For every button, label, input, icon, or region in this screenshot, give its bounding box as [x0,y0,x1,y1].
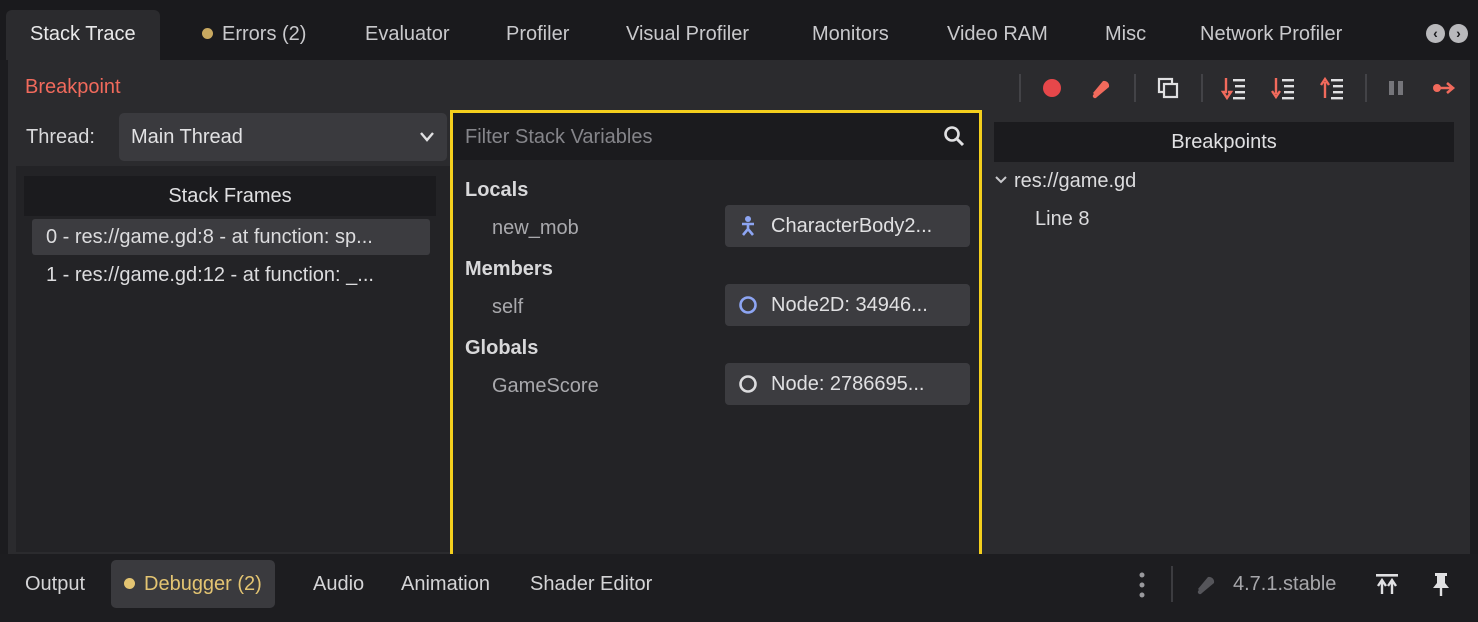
debugger-status-label: Breakpoint [25,76,121,98]
variable-value-button[interactable]: Node: 2786695... [725,363,970,405]
clear-breakpoints-icon[interactable] [1085,72,1117,104]
expand-panel-icon[interactable] [1374,572,1400,602]
pin-icon[interactable] [1430,571,1452,603]
thread-select[interactable]: Main Thread [119,113,447,161]
tab-stack-trace[interactable]: Stack Trace [6,10,160,60]
section-locals: Locals [465,179,529,201]
stack-frames-header: Stack Frames [24,176,436,216]
variable-value: CharacterBody2... [771,214,933,237]
tab-scroll-arrows: ‹ › [1426,24,1468,43]
record-breakpoint-icon[interactable] [1036,72,1068,104]
stack-frame-row[interactable]: 1 - res://game.gd:12 - at function: _... [32,257,430,293]
variable-value: Node: 2786695... [771,372,925,395]
toolbar-separator [1134,74,1136,102]
chevron-left-icon[interactable]: ‹ [1426,24,1445,43]
breakpoints-panel: Breakpoints res://game.gd Line 8 [986,110,1466,550]
copy-icon[interactable] [1152,72,1184,104]
more-options-icon[interactable] [1137,570,1147,606]
continue-icon[interactable] [1429,72,1461,104]
toolbar-separator [1365,74,1367,102]
breakpoint-file-item[interactable]: res://game.gd [994,170,1136,193]
bottom-tab-output[interactable]: Output [25,560,85,608]
thread-select-value: Main Thread [131,126,243,148]
stack-trace-panel: Breakpoint Thread: Main Thread Stack Fra… [8,60,1470,557]
toolbar-separator [1201,74,1203,102]
chevron-down-icon [994,170,1014,192]
bottom-separator [1171,566,1173,602]
pause-icon[interactable] [1380,72,1412,104]
tab-profiler[interactable]: Profiler [506,10,569,60]
toolbar-separator [1019,74,1021,102]
step-into-icon[interactable] [1218,72,1250,104]
tab-evaluator[interactable]: Evaluator [365,10,450,60]
bottom-tab-audio[interactable]: Audio [313,560,364,608]
tab-network-profiler[interactable]: Network Profiler [1200,10,1342,60]
tab-video-ram[interactable]: Video RAM [947,10,1048,60]
variable-value: Node2D: 34946... [771,293,928,316]
filter-stack-variables-input[interactable] [465,121,925,153]
warning-dot-icon [202,27,213,39]
tab-errors[interactable]: Errors (2) [202,10,306,60]
stack-variables-panel: Locals new_mob CharacterBody2... Members… [450,110,982,557]
bottom-tab-debugger[interactable]: Debugger (2) [111,560,275,608]
breakpoints-header: Breakpoints [994,122,1454,162]
section-globals: Globals [465,337,539,359]
tab-misc[interactable]: Misc [1105,10,1146,60]
step-over-icon[interactable] [1267,72,1299,104]
variable-value-button[interactable]: CharacterBody2... [725,205,970,247]
node-icon [737,373,759,395]
breakpoint-line-item[interactable]: Line 8 [1035,208,1090,231]
step-out-icon[interactable] [1316,72,1348,104]
node2d-icon [737,294,759,316]
tab-monitors[interactable]: Monitors [812,10,889,60]
section-members: Members [465,258,553,280]
warning-dot-icon [124,577,135,589]
character-body-icon [737,215,759,237]
tab-visual-profiler[interactable]: Visual Profiler [626,10,749,60]
filter-bar [453,113,979,160]
debugger-tab-bar: Stack Trace Errors (2) Evaluator Profile… [0,0,1478,60]
bottom-tab-animation[interactable]: Animation [401,560,490,608]
variable-name: GameScore [492,375,599,397]
breakpoint-file-label: res://game.gd [1014,170,1137,192]
bottom-tab-shader-editor[interactable]: Shader Editor [530,560,652,608]
chevron-right-icon[interactable]: › [1449,24,1468,43]
variable-value-button[interactable]: Node2D: 34946... [725,284,970,326]
version-label: 4.7.1.stable [1233,573,1337,595]
variable-name: new_mob [492,217,579,239]
search-icon [943,125,965,153]
bottom-panel-bar: Output Debugger (2) Audio Animation Shad… [0,554,1478,622]
thread-label: Thread: [26,126,95,148]
variable-name: self [492,296,524,318]
bell-icon[interactable] [1194,572,1218,602]
stack-frame-row[interactable]: 0 - res://game.gd:8 - at function: sp... [32,219,430,255]
